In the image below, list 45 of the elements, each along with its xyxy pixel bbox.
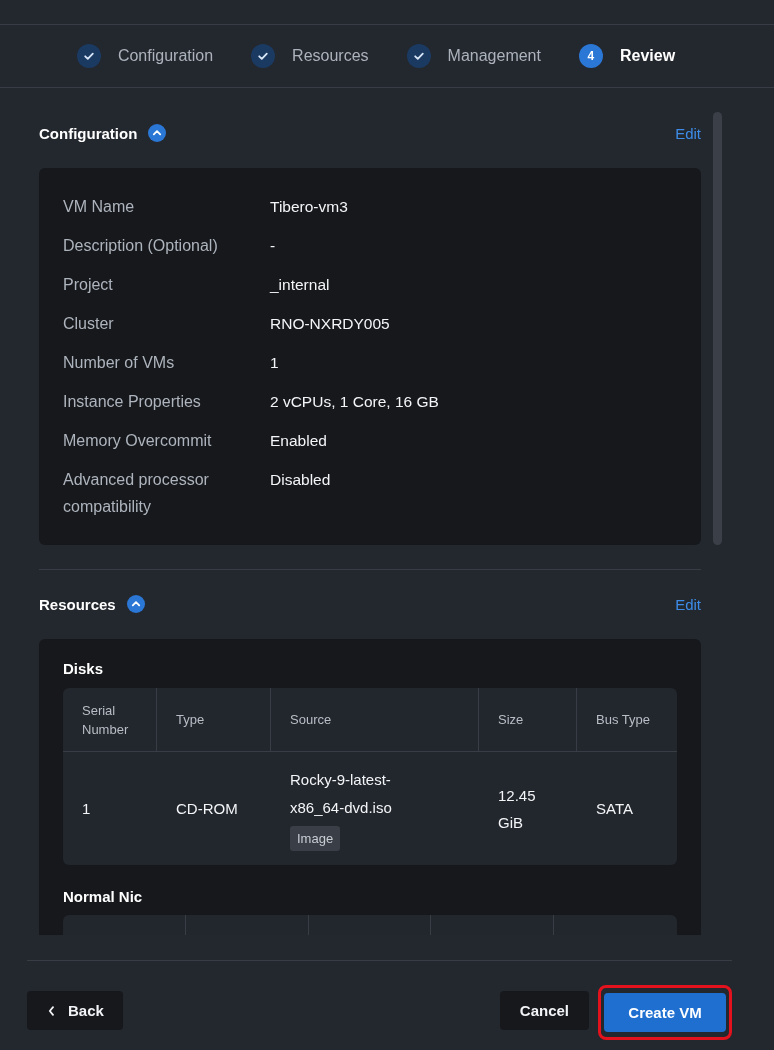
chevron-up-icon[interactable] bbox=[126, 595, 145, 613]
scrollbar-thumb[interactable] bbox=[713, 112, 722, 545]
column-header: Type bbox=[157, 688, 271, 751]
step-number: 4 bbox=[578, 44, 603, 68]
cell-text: CD-ROM bbox=[176, 799, 238, 819]
field-value: _internal bbox=[270, 275, 330, 295]
field-value: - bbox=[270, 236, 276, 256]
field-label: Instance Properties bbox=[63, 392, 201, 412]
subsection-title: Disks bbox=[63, 659, 104, 679]
field-value: Tibero-vm3 bbox=[270, 197, 348, 217]
column-header: Source bbox=[271, 688, 479, 751]
chevron-up-icon[interactable] bbox=[148, 124, 167, 142]
field-label: Number of VMs bbox=[63, 353, 175, 373]
wizard-step[interactable]: 4 Review bbox=[578, 44, 676, 68]
cell-text: SATA bbox=[596, 799, 633, 819]
back-button[interactable]: Back bbox=[27, 991, 123, 1030]
field-label: Advanced processor compatibility bbox=[63, 470, 210, 517]
wizard-step[interactable]: Configuration bbox=[76, 44, 214, 68]
section-title: Configuration bbox=[39, 124, 138, 142]
column-header: Serial Number bbox=[63, 688, 157, 751]
cancel-button[interactable]: Cancel bbox=[499, 991, 589, 1030]
column-header: Bus Type bbox=[595, 711, 651, 729]
subsection-title: Normal Nic bbox=[63, 887, 143, 907]
field-label: Description (Optional) bbox=[63, 236, 218, 256]
edit-link[interactable]: Edit bbox=[675, 595, 701, 613]
create-vm-button[interactable]: Create VM bbox=[604, 993, 726, 1032]
type-tag: Image bbox=[290, 826, 341, 851]
cell-text: Rocky-9-latest-x86_64-dvd.iso bbox=[290, 770, 393, 818]
field-label: Cluster bbox=[63, 314, 114, 334]
field-label: Memory Overcommit bbox=[63, 431, 212, 451]
field-value: 2 vCPUs, 1 Core, 16 GB bbox=[270, 392, 439, 412]
wizard-step[interactable]: Resources bbox=[251, 44, 369, 68]
chevron-left-icon bbox=[48, 1005, 55, 1016]
field-value: Disabled bbox=[270, 470, 331, 490]
column-header: Size bbox=[479, 688, 577, 751]
edit-link[interactable]: Edit bbox=[675, 124, 701, 142]
cell-text: 1 bbox=[82, 799, 91, 819]
field-value: 1 bbox=[270, 353, 279, 373]
cell-text: 12.45 GiB bbox=[498, 785, 537, 833]
field-label: VM Name bbox=[63, 197, 135, 217]
field-label: Project bbox=[63, 275, 113, 295]
wizard-step[interactable]: Management bbox=[406, 44, 541, 68]
section-title: Resources bbox=[39, 595, 116, 613]
field-value: RNO-NXRDY005 bbox=[270, 314, 390, 334]
field-value: Enabled bbox=[270, 431, 327, 451]
